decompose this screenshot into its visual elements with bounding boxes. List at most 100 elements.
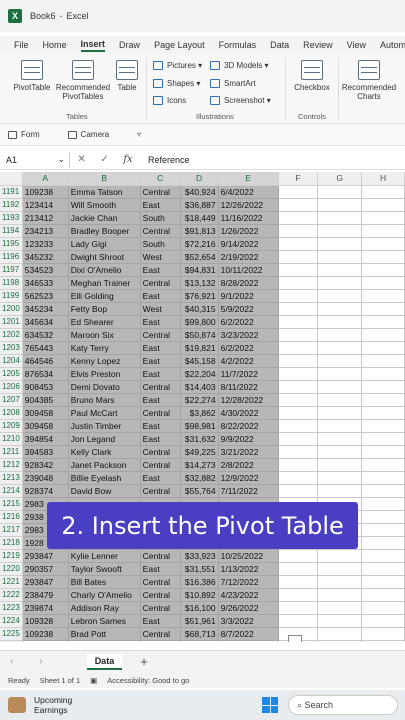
cell-c[interactable]: Central <box>140 627 181 641</box>
3d-models-button[interactable]: 3D Models ▾ <box>210 61 269 70</box>
cell-f[interactable] <box>278 601 319 615</box>
checkbox-button[interactable]: Checkbox <box>290 60 334 92</box>
cell-h[interactable] <box>361 302 405 316</box>
pivot-table-button[interactable]: PivotTable <box>10 60 54 92</box>
pictures-button[interactable]: Pictures ▾ <box>153 61 202 70</box>
cell-c[interactable]: East <box>140 354 181 368</box>
row-header[interactable]: 1194 <box>0 224 23 238</box>
cell-a[interactable]: 123414 <box>22 198 69 212</box>
cell-f[interactable] <box>278 211 319 225</box>
cell-f[interactable] <box>278 341 319 355</box>
cell-h[interactable] <box>361 211 405 225</box>
cell-g[interactable] <box>317 419 363 433</box>
cell-a[interactable]: 345234 <box>22 302 69 316</box>
cell-d[interactable]: $16,386 <box>180 575 219 589</box>
cell-g[interactable] <box>317 237 363 251</box>
cell-a[interactable]: 904385 <box>22 393 69 407</box>
row-header[interactable]: 1221 <box>0 575 23 589</box>
cell-c[interactable]: East <box>140 263 181 277</box>
cell-h[interactable] <box>361 627 405 641</box>
cancel-icon[interactable]: ✕ <box>77 154 85 165</box>
cell-h[interactable] <box>361 263 405 277</box>
cell-b[interactable]: Lebron Sames <box>68 614 141 628</box>
cell-f[interactable] <box>278 250 319 264</box>
cell-d[interactable]: $76,921 <box>180 289 219 303</box>
recommended-pivot-button[interactable]: Recommended PivotTables <box>54 60 112 101</box>
form-button[interactable]: Form <box>8 130 54 139</box>
cell-f[interactable] <box>278 575 319 589</box>
cell-e[interactable]: 6/2/2022 <box>218 315 279 329</box>
cell-h[interactable] <box>361 289 405 303</box>
cell-d[interactable]: $99,800 <box>180 315 219 329</box>
cell-d[interactable]: $40,315 <box>180 302 219 316</box>
row-header[interactable]: 1220 <box>0 562 23 576</box>
row-header[interactable]: 1203 <box>0 341 23 355</box>
tab-automate[interactable]: Automate <box>380 40 405 50</box>
cell-e[interactable]: 11/7/2022 <box>218 367 279 381</box>
cell-b[interactable]: Dwight Shroot <box>68 250 141 264</box>
row-header[interactable]: 1211 <box>0 445 23 459</box>
column-header-b[interactable]: B <box>68 172 141 186</box>
cell-e[interactable]: 3/21/2022 <box>218 445 279 459</box>
cell-c[interactable]: East <box>140 367 181 381</box>
cell-a[interactable]: 309458 <box>22 419 69 433</box>
column-header-d[interactable]: D <box>180 172 219 186</box>
cell-e[interactable]: 1/13/2022 <box>218 562 279 576</box>
cell-h[interactable] <box>361 185 405 199</box>
tab-data[interactable]: Data <box>270 40 289 50</box>
cell-h[interactable] <box>361 562 405 576</box>
row-header[interactable]: 1198 <box>0 276 23 290</box>
cell-b[interactable]: Emma Tatson <box>68 185 141 199</box>
cell-h[interactable] <box>361 640 405 642</box>
cell-g[interactable] <box>317 575 363 589</box>
cell-e[interactable]: 7/11/2022 <box>218 484 279 498</box>
cell-d[interactable]: $3,862 <box>180 406 219 420</box>
worksheet-grid[interactable]: A B C D E F G H 1191 109238 Emma Tatson Cen… <box>0 172 405 642</box>
add-sheet-icon[interactable]: + <box>140 654 148 669</box>
column-header-a[interactable]: A <box>22 172 69 186</box>
recommended-charts-button[interactable]: Recommended Charts <box>340 60 398 101</box>
row-header[interactable]: 1223 <box>0 601 23 615</box>
cell-h[interactable] <box>361 341 405 355</box>
cell-h[interactable] <box>361 432 405 446</box>
cell-b[interactable]: Kenny Lopez <box>68 354 141 368</box>
cell-b[interactable]: Dixi O'Amelio <box>68 263 141 277</box>
cell-h[interactable] <box>361 315 405 329</box>
cell-d[interactable]: $10,892 <box>180 588 219 602</box>
cell-e[interactable]: 12/26/2022 <box>218 198 279 212</box>
cell-a[interactable]: 876534 <box>22 367 69 381</box>
camera-button[interactable]: Camera <box>67 130 123 139</box>
cell-f[interactable] <box>278 614 319 628</box>
cell-d[interactable]: $16,100 <box>180 601 219 615</box>
cell-d[interactable]: $22,204 <box>180 367 219 381</box>
cell-f[interactable] <box>278 354 319 368</box>
cell-d[interactable]: $51,961 <box>180 614 219 628</box>
cell-table[interactable]: A B C D E F G H 1191 109238 Emma Tatson Cen… <box>0 172 405 642</box>
cell-d[interactable]: $32,882 <box>180 471 219 485</box>
cell-d[interactable]: $14,403 <box>180 380 219 394</box>
row-header[interactable]: 1225 <box>0 627 23 641</box>
customize-dropdown-icon[interactable]: ▿ <box>137 130 141 139</box>
cell-b[interactable]: Taylor Swooft <box>68 562 141 576</box>
cell-f[interactable] <box>278 198 319 212</box>
cell-c[interactable]: South <box>140 211 181 225</box>
cell-c[interactable]: Central <box>140 549 181 563</box>
cell-h[interactable] <box>361 445 405 459</box>
weather-icon[interactable] <box>8 697 26 713</box>
cell-d[interactable]: $94,831 <box>180 263 219 277</box>
cell-a[interactable]: 634532 <box>22 328 69 342</box>
row-header[interactable]: 1197 <box>0 263 23 277</box>
cell-h[interactable] <box>361 250 405 264</box>
cell-f[interactable] <box>278 302 319 316</box>
function-icon[interactable]: fx <box>123 154 132 165</box>
cell-a[interactable]: 908453 <box>22 380 69 394</box>
cell-h[interactable] <box>361 458 405 472</box>
cell-b[interactable]: Meghan Trainer <box>68 276 141 290</box>
smartart-button[interactable]: SmartArt <box>210 79 256 88</box>
cell-g[interactable] <box>317 588 363 602</box>
cell-c[interactable]: Central <box>140 380 181 394</box>
cell-f[interactable] <box>278 367 319 381</box>
cell-e[interactable]: 7/12/2022 <box>218 575 279 589</box>
cell-h[interactable] <box>361 523 405 537</box>
cell-f[interactable] <box>278 562 319 576</box>
